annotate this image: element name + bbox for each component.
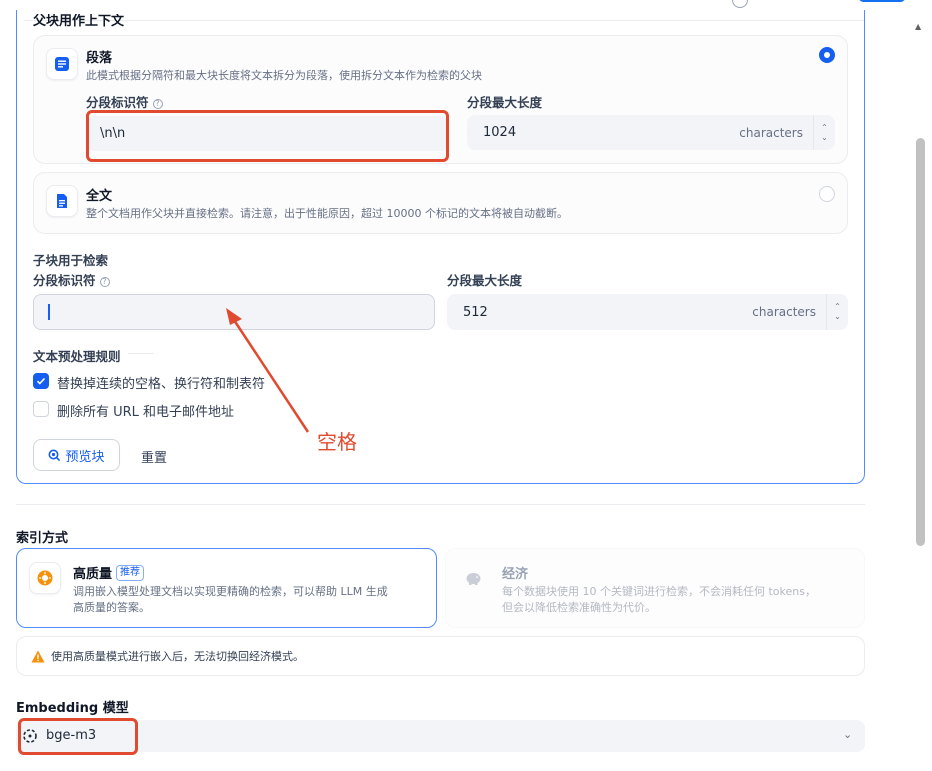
- paragraph-icon: [46, 48, 78, 80]
- scroll-up-arrow[interactable]: ▲: [915, 22, 921, 31]
- parent-maxlen-input[interactable]: 1024 characters ⌃ ⌄: [467, 115, 835, 150]
- rule-label-urls[interactable]: 删除所有 URL 和电子邮件地址: [57, 401, 234, 420]
- child-separator-label: 分段标识符?: [33, 270, 110, 289]
- scrollbar-thumb[interactable]: [916, 138, 925, 546]
- economy-desc: 每个数据块使用 10 个关键词进行检索，不会消耗任何 tokens， 但会以降低…: [502, 585, 816, 614]
- high-quality-header: 高质量 推荐: [73, 563, 145, 582]
- paragraph-desc: 此模式根据分隔符和最大块长度将文本拆分为段落，使用拆分文本作为检索的父块: [86, 69, 482, 82]
- embedding-select[interactable]: [16, 720, 865, 752]
- chevron-down-icon[interactable]: ⌄: [843, 728, 852, 741]
- child-section-title: 子块用于检索: [33, 253, 109, 268]
- section-divider: [16, 504, 865, 505]
- annotation-text: 空格: [317, 430, 357, 454]
- paragraph-radio[interactable]: [819, 47, 835, 63]
- parent-maxlen-value[interactable]: 1024: [467, 125, 739, 140]
- preprocess-divider: [128, 353, 154, 354]
- piggy-bank-icon: [458, 562, 490, 594]
- index-section-title: 索引方式: [16, 531, 69, 546]
- fulltext-radio[interactable]: [819, 186, 835, 202]
- help-icon[interactable]: ?: [99, 277, 110, 287]
- help-icon[interactable]: ?: [152, 99, 163, 109]
- fulltext-title: 全文: [86, 189, 113, 204]
- help-icon[interactable]: [732, 0, 748, 8]
- paragraph-title: 段落: [86, 51, 113, 66]
- top-action-button[interactable]: [858, 0, 906, 2]
- fulltext-option[interactable]: [33, 172, 848, 234]
- fulltext-desc: 整个文档用作父块并直接检索。请注意，出于性能原因，超过 10000 个标记的文本…: [86, 207, 568, 220]
- child-maxlen-value[interactable]: 512: [447, 305, 752, 320]
- text-cursor: [48, 304, 50, 320]
- document-icon: [46, 185, 78, 217]
- highlight-box: [86, 110, 449, 162]
- warning-icon: [31, 650, 45, 662]
- search-icon: [48, 449, 61, 461]
- high-quality-desc: 调用嵌入模型处理文档以实现更精确的检索，可以帮助 LLM 生成 高质量的答案。: [73, 585, 388, 614]
- section-divider: [24, 20, 864, 21]
- warning-banner: 使用高质量模式进行嵌入后，无法切换回经济模式。: [16, 636, 865, 676]
- parent-separator-label: 分段标识符?: [86, 92, 163, 111]
- parent-maxlen-stepper[interactable]: ⌃ ⌄: [813, 115, 835, 150]
- embedding-title: Embedding 模型: [16, 701, 129, 716]
- reset-button[interactable]: 重置: [141, 447, 167, 466]
- preprocess-title: 文本预处理规则: [33, 349, 121, 364]
- parent-maxlen-label: 分段最大长度: [467, 95, 543, 110]
- parent-maxlen-unit: characters: [739, 125, 803, 140]
- preview-chunk-button[interactable]: 预览块: [33, 439, 120, 471]
- child-maxlen-unit: characters: [752, 305, 816, 319]
- recommended-badge: 推荐: [116, 564, 145, 581]
- high-quality-icon: [29, 562, 61, 594]
- economy-title: 经济: [502, 567, 529, 582]
- annotation-arrow: [226, 308, 310, 433]
- warning-text: 使用高质量模式进行嵌入后，无法切换回经济模式。: [51, 650, 304, 663]
- rule-checkbox-urls[interactable]: [33, 401, 49, 417]
- child-maxlen-stepper[interactable]: ⌃ ⌄: [826, 294, 848, 330]
- highlight-box: [18, 718, 138, 755]
- child-maxlen-input[interactable]: 512 characters ⌃ ⌄: [447, 294, 848, 330]
- child-maxlen-label: 分段最大长度: [447, 273, 523, 288]
- rule-checkbox-whitespace[interactable]: [33, 373, 49, 389]
